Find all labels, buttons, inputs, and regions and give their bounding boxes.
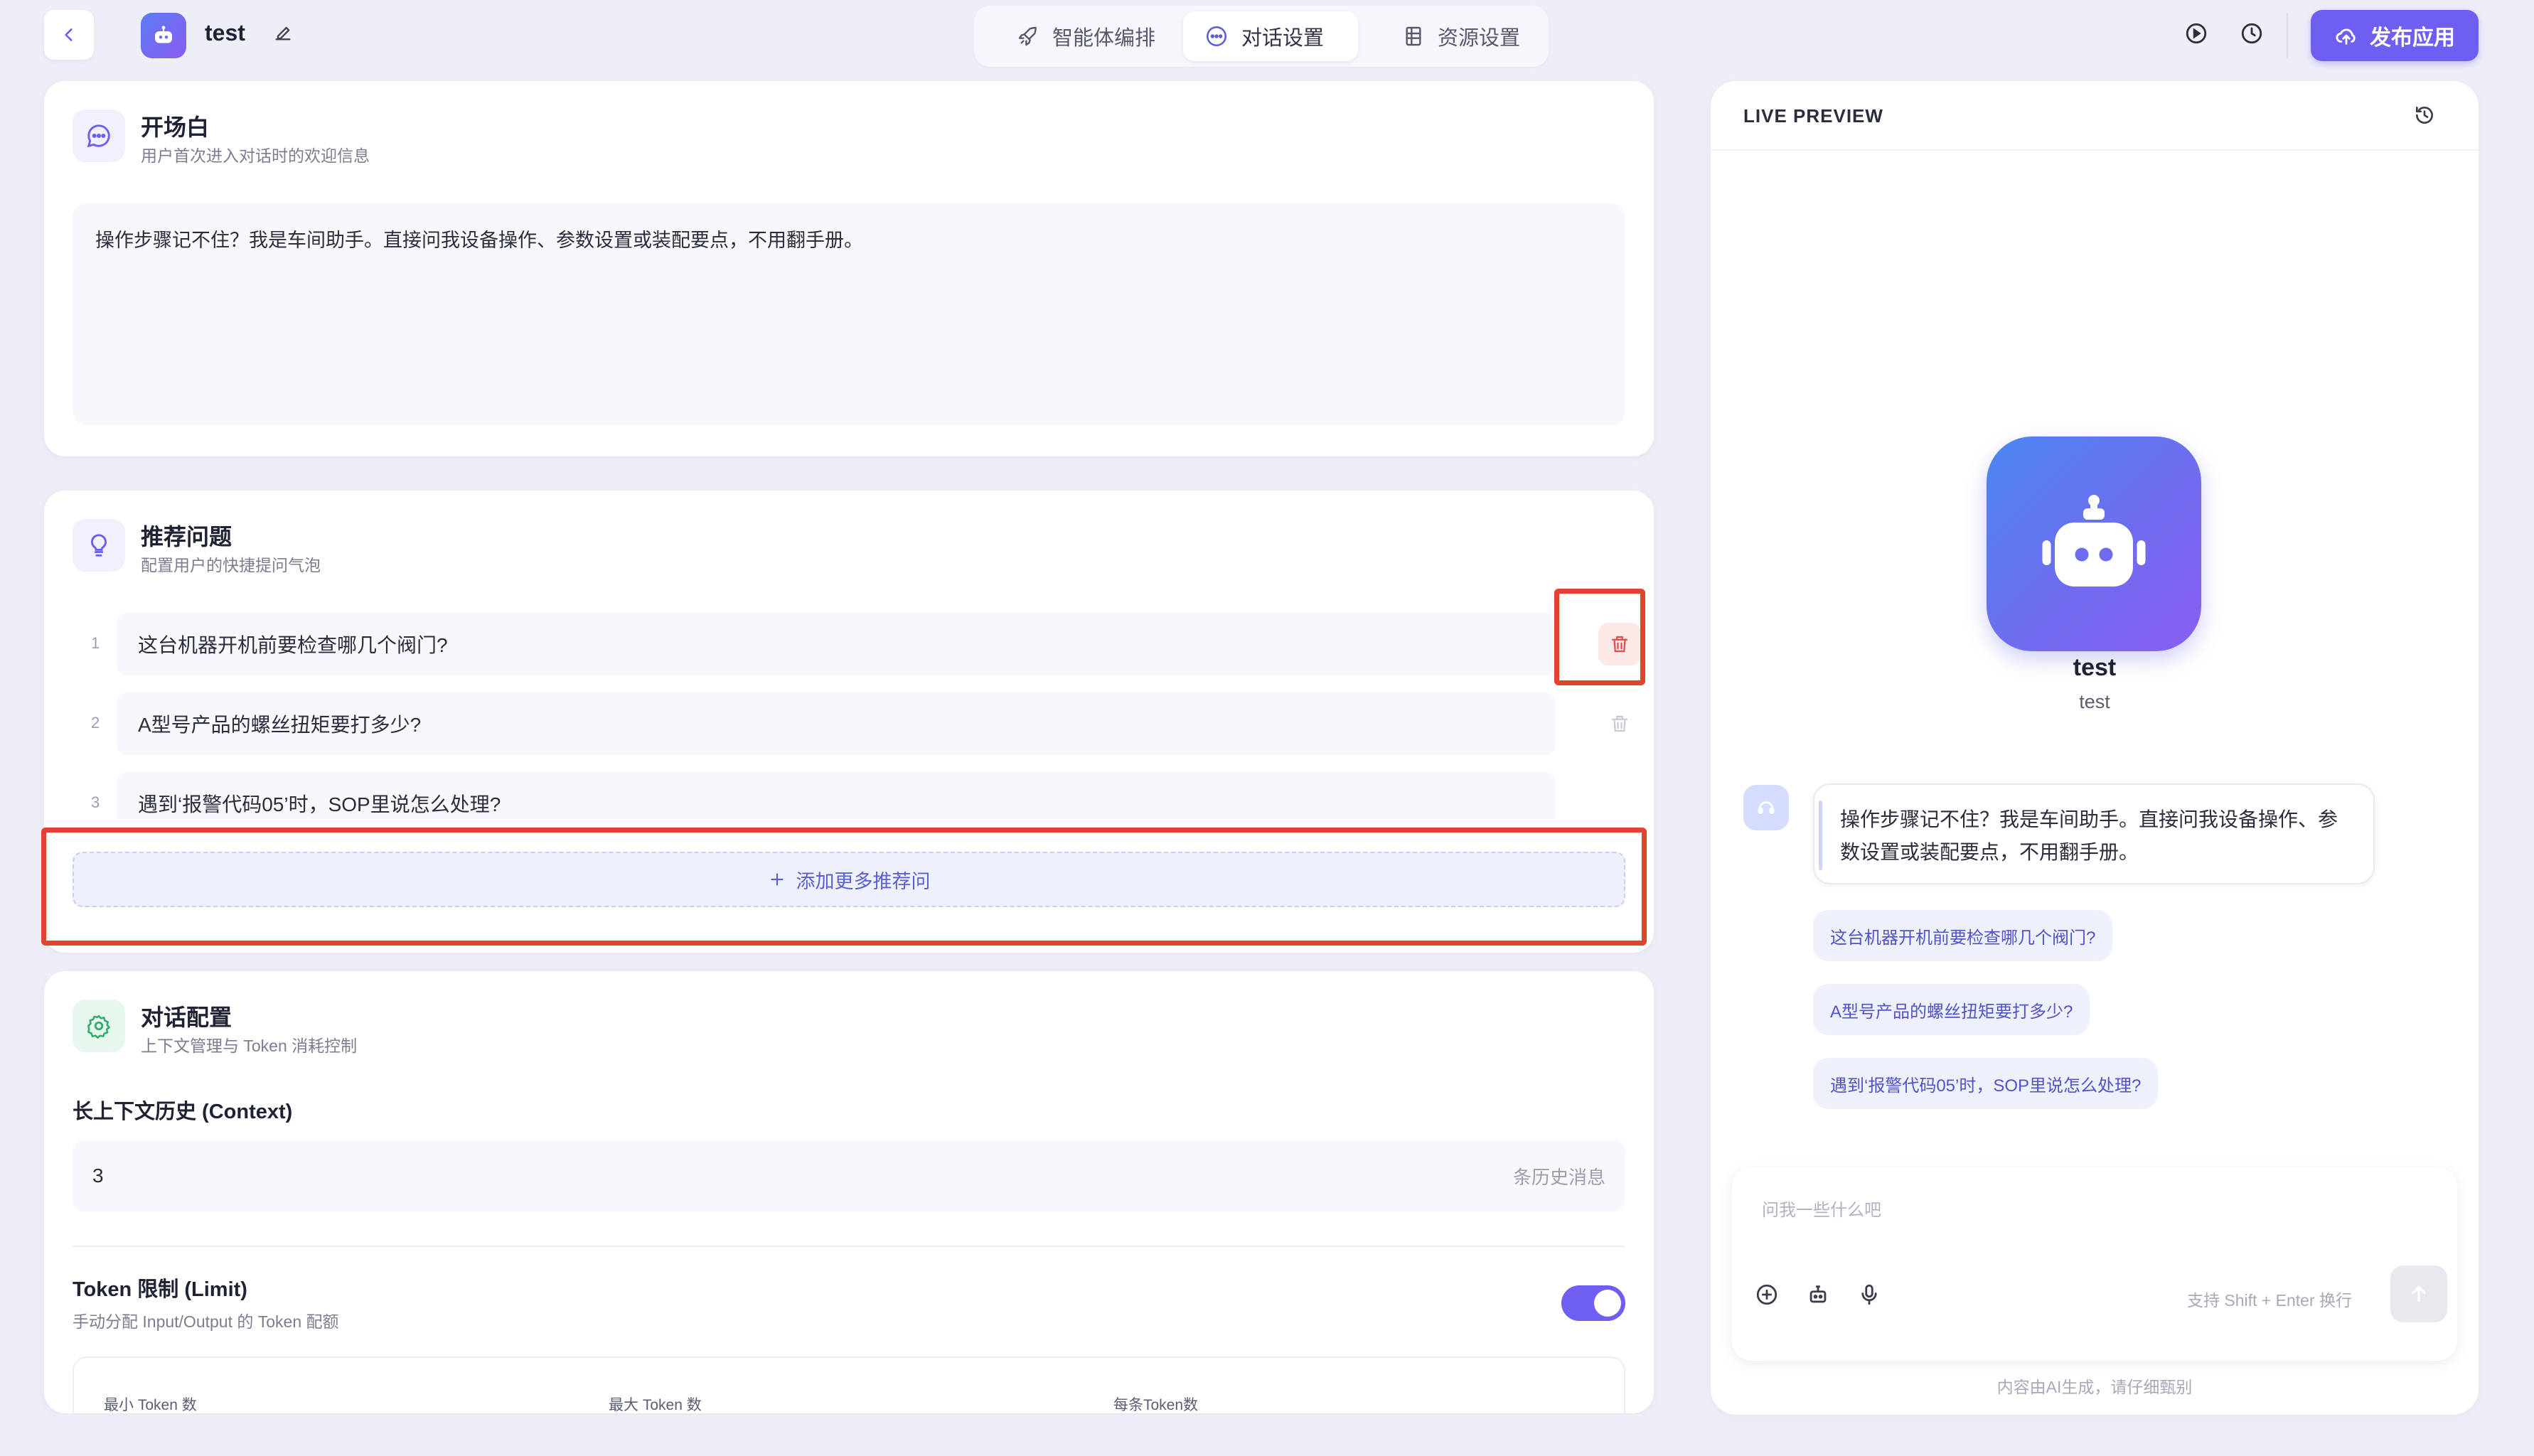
delete-button[interactable] [1598, 702, 1641, 745]
chat-icon [73, 109, 125, 162]
opening-card: 开场白 用户首次进入对话时的欢迎信息 操作步骤记不住？我是车间助手。直接问我设备… [44, 81, 1654, 456]
card-title: 推荐问题 [141, 524, 232, 550]
card-subtitle: 用户首次进入对话时的欢迎信息 [141, 146, 370, 165]
token-limit-desc: 手动分配 Input/Output 的 Token 配额 [73, 1312, 339, 1331]
question-number: 1 [91, 634, 100, 652]
question-number: 3 [91, 793, 100, 811]
clock-icon[interactable] [2240, 21, 2264, 46]
toggle-knob [1594, 1290, 1621, 1317]
card-title: 开场白 [141, 114, 210, 140]
top-bar: test 智能体编排 对话设置 资源设置 发布应用 [0, 0, 2534, 71]
history-icon[interactable] [2413, 104, 2436, 127]
chat-input-card: 问我一些什么吧 支持 Shift + Enter 换行 [1732, 1167, 2457, 1361]
suggested-chip[interactable]: 这台机器开机前要检查哪几个阀门? [1813, 910, 2113, 961]
welcome-message-text: 操作步骤记不住？我是车间助手。直接问我设备操作、参数设置或装配要点，不用翻手册。 [1840, 808, 2338, 863]
robot-icon [155, 26, 172, 43]
tab-label: 资源设置 [1438, 27, 1521, 50]
column-header: 每条Token数 [1113, 1397, 1199, 1413]
question-input[interactable]: 遇到‘报警代码05’时，SOP里说怎么处理? [117, 772, 1556, 819]
tab-label: 对话设置 [1241, 27, 1325, 50]
context-unit: 条历史消息 [1512, 1166, 1605, 1188]
tab-agent-orchestration[interactable]: 智能体编排 [995, 11, 1177, 61]
question-input[interactable]: A型号产品的螺丝扭矩要打多少? [117, 692, 1556, 755]
bot-description: test [2079, 691, 2110, 712]
column-header: 最小 Token 数 [104, 1397, 197, 1413]
publish-label: 发布应用 [2370, 26, 2455, 50]
question-input[interactable]: 这台机器开机前要检查哪几个阀门? [117, 613, 1556, 675]
headset-icon [1758, 801, 1775, 814]
document-icon [1406, 26, 1421, 46]
back-button[interactable] [44, 10, 94, 60]
card-subtitle: 上下文管理与 Token 消耗控制 [141, 1037, 358, 1055]
list-item: 1 这台机器开机前要检查哪几个阀门? [44, 613, 1641, 675]
bot-avatar [1987, 437, 2201, 651]
page-bottom-fade [0, 1415, 1692, 1456]
chat-bubble-icon [1206, 26, 1227, 47]
robot-tool-icon[interactable] [1806, 1283, 1830, 1307]
microphone-icon[interactable] [1857, 1283, 1881, 1307]
chat-input[interactable]: 问我一些什么吧 [1762, 1196, 1881, 1221]
card-title: 对话配置 [141, 1005, 232, 1030]
card-subtitle: 配置用户的快捷提问气泡 [141, 556, 321, 574]
suggested-chip[interactable]: A型号产品的螺丝扭矩要打多少? [1813, 984, 2090, 1035]
context-history-input[interactable]: 3 条历史消息 [73, 1140, 1625, 1211]
live-preview-panel: LIVE PREVIEW test test 操作步骤记不住？我是车间助手。直接… [1711, 81, 2479, 1415]
highlight-box [41, 828, 1647, 946]
preview-header: LIVE PREVIEW [1711, 81, 2479, 151]
context-label: 长上下文历史 (Context) [73, 1101, 293, 1123]
list-item: 3 遇到‘报警代码05’时，SOP里说怎么处理? [44, 772, 1597, 819]
list-item: 2 A型号产品的螺丝扭矩要打多少? [44, 692, 1628, 755]
ai-disclaimer: 内容由AI生成，请仔细甄别 [1996, 1378, 2193, 1396]
tab-dialog-settings[interactable]: 对话设置 [1183, 11, 1358, 61]
lightbulb-icon [73, 519, 125, 572]
highlight-box [1554, 589, 1645, 685]
app-avatar [141, 13, 186, 58]
token-limit-label: Token 限制 (Limit) [73, 1278, 247, 1301]
tab-resource-settings[interactable]: 资源设置 [1381, 11, 1541, 61]
publish-button[interactable]: 发布应用 [2311, 10, 2479, 61]
opening-message-input[interactable]: 操作步骤记不住？我是车间助手。直接问我设备操作、参数设置或装配要点，不用翻手册。 [73, 203, 1625, 425]
edit-icon[interactable] [273, 23, 293, 43]
bot-name: test [2073, 654, 2117, 681]
add-attachment-icon[interactable] [1755, 1283, 1779, 1307]
send-button[interactable] [2390, 1265, 2447, 1322]
chevron-left-icon [65, 28, 73, 41]
tab-label: 智能体编排 [1052, 27, 1156, 50]
play-icon[interactable] [2184, 21, 2208, 46]
preview-title: LIVE PREVIEW [1743, 105, 1883, 127]
input-hint: 支持 Shift + Enter 换行 [2187, 1291, 2352, 1310]
question-number: 2 [91, 714, 100, 732]
suggested-chip[interactable]: 遇到‘报警代码05’时，SOP里说怎么处理? [1813, 1058, 2159, 1109]
context-value: 3 [92, 1165, 104, 1187]
divider [73, 1246, 1625, 1247]
app-name: test [205, 20, 245, 46]
divider [2287, 13, 2288, 58]
token-limit-toggle[interactable] [1561, 1285, 1625, 1321]
bot-message-avatar [1743, 785, 1789, 830]
rocket-icon [1018, 26, 1037, 46]
column-header: 最大 Token 数 [609, 1397, 702, 1413]
cloud-upload-icon [2336, 28, 2356, 45]
robot-icon [2042, 495, 2146, 587]
welcome-message-bubble: 操作步骤记不住？我是车间助手。直接问我设备操作、参数设置或装配要点，不用翻手册。 [1813, 783, 2375, 884]
trash-icon [1611, 715, 1628, 732]
arrow-up-icon [2412, 1286, 2426, 1302]
mode-tabs: 智能体编排 对话设置 资源设置 [974, 6, 1549, 67]
quote-bar [1819, 801, 1822, 870]
gear-icon [73, 1000, 125, 1052]
